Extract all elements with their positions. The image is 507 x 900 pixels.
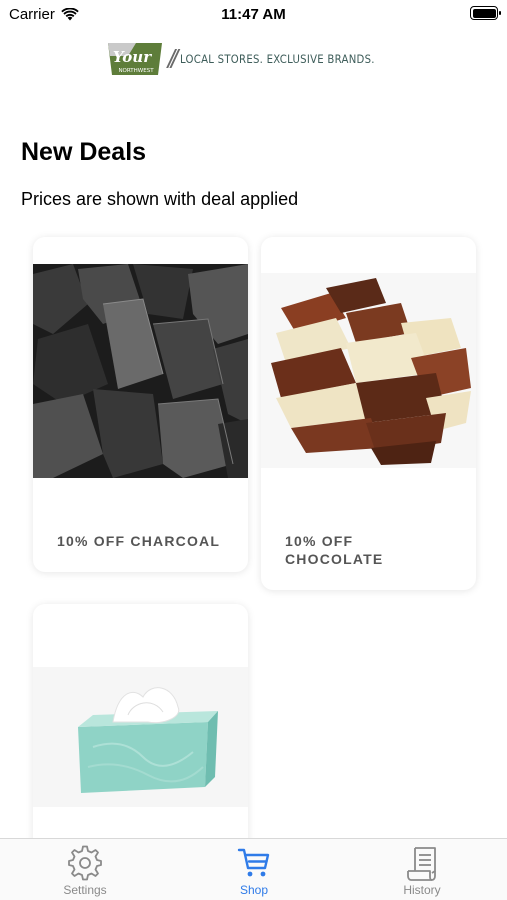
cart-icon: [237, 848, 270, 877]
gear-icon: [68, 845, 102, 881]
status-time: 11:47 AM: [221, 6, 286, 23]
tab-label: Settings: [63, 883, 107, 897]
tab-shop[interactable]: Shop: [194, 839, 314, 900]
logo-word: Your: [113, 48, 152, 66]
chocolate-image: [261, 273, 476, 468]
tab-history[interactable]: History: [362, 839, 482, 900]
page-title: New Deals: [21, 138, 147, 166]
page-subtitle: Prices are shown with deal applied: [21, 189, 299, 209]
brand-header: Your NORTHWEST // LOCAL STORES. EXCLUSIV…: [0, 38, 507, 80]
receipt-icon: [407, 847, 436, 881]
tab-bar: Settings Shop History: [0, 838, 507, 900]
deal-card-tissues[interactable]: [33, 604, 248, 864]
logo-subword: NORTHWEST: [118, 68, 154, 74]
brand-tagline: LOCAL STORES. EXCLUSIVE BRANDS.: [180, 52, 375, 66]
tab-settings[interactable]: Settings: [25, 839, 145, 900]
deal-card-chocolate[interactable]: 10% OFF CHOCOLATE: [261, 237, 476, 590]
deal-label: 10% OFF CHOCOLATE: [285, 533, 384, 567]
deal-card-charcoal[interactable]: 10% OFF CHARCOAL: [33, 237, 248, 572]
logo-divider: //: [167, 43, 179, 74]
brand-logo: Your NORTHWEST: [107, 43, 162, 75]
battery-icon: [470, 6, 501, 20]
deal-label: 10% OFF CHARCOAL: [57, 533, 221, 549]
tab-label: Shop: [239, 883, 269, 897]
charcoal-image: [33, 264, 248, 478]
tab-label: History: [403, 883, 441, 897]
status-bar: Carrier 11:47 AM: [0, 0, 507, 30]
tissue-box-image: [33, 667, 248, 807]
